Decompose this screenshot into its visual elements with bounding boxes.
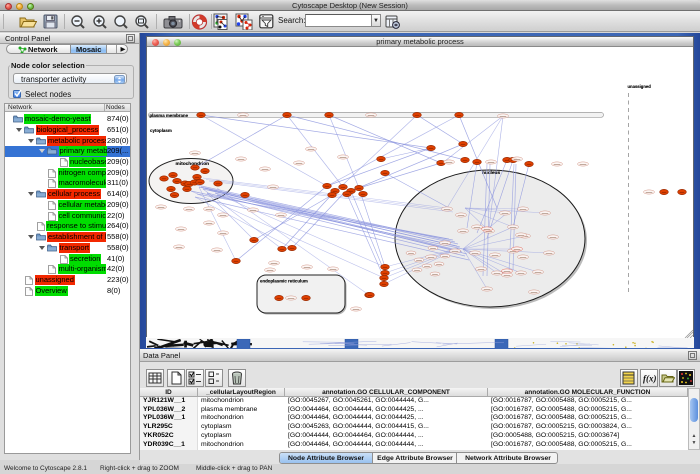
svg-text:nucleus: nucleus <box>482 170 500 176</box>
svg-text:plasma membrane: plasma membrane <box>150 113 189 118</box>
svg-text:endoplasmic reticulum: endoplasmic reticulum <box>260 279 308 284</box>
svg-text:f(x): f(x) <box>643 374 656 384</box>
svg-text:unassigned: unassigned <box>628 84 652 89</box>
svg-text:cytoplasm: cytoplasm <box>150 128 172 133</box>
